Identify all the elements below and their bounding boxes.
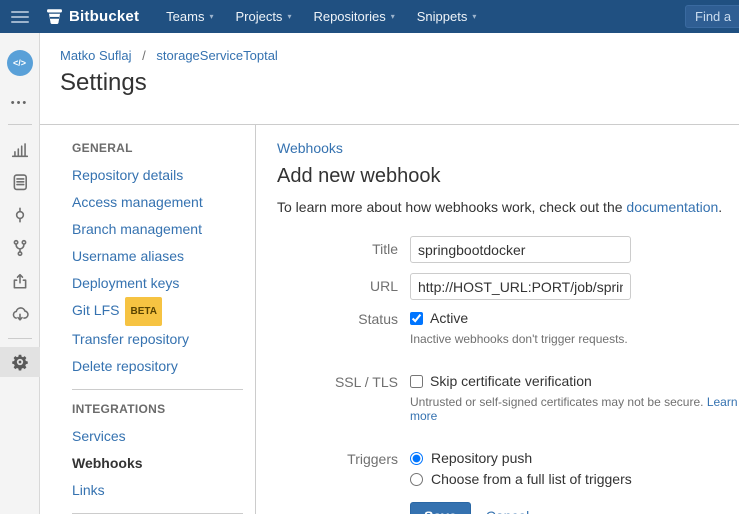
chevron-down-icon: ▾ xyxy=(472,12,477,21)
save-button[interactable]: Save xyxy=(410,502,471,514)
rail-divider xyxy=(7,338,32,339)
webhook-form-panel: Webhooks Add new webhook To learn more a… xyxy=(277,125,739,514)
chevron-down-icon: ▾ xyxy=(390,12,395,21)
trigger-repository-push-radio[interactable] xyxy=(410,451,423,465)
nav-section-general: GENERAL xyxy=(72,141,133,155)
status-active-label: Active xyxy=(430,310,469,326)
nav-section-integrations: INTEGRATIONS xyxy=(72,402,166,416)
nav-divider xyxy=(72,389,243,390)
trigger-full-list-radio[interactable] xyxy=(410,472,423,486)
ssl-help-text: Untrusted or self-signed certificates ma… xyxy=(410,395,738,423)
settings-nav: GENERAL Repository details Access manage… xyxy=(60,125,256,514)
sidebar-item-webhooks[interactable]: Webhooks xyxy=(72,450,255,477)
form-buttons: Save Cancel xyxy=(410,502,739,514)
chevron-down-icon: ▾ xyxy=(287,12,292,21)
ssl-label: SSL / TLS xyxy=(334,374,398,390)
page-title: Settings xyxy=(60,69,147,96)
cancel-link[interactable]: Cancel xyxy=(486,508,530,514)
navbar-menu: Teams ▾ Projects ▾ Repositories ▾ Snippets ▾ xyxy=(155,0,487,33)
sidebar-item-links[interactable]: Links xyxy=(72,477,255,504)
more-options-icon[interactable]: ••• xyxy=(11,97,29,109)
trigger-repository-push-label: Repository push xyxy=(431,450,533,466)
documentation-link[interactable]: documentation xyxy=(626,199,718,215)
sidebar-item-username-aliases[interactable]: Username aliases xyxy=(72,243,255,270)
sidebar-item-delete-repository[interactable]: Delete repository xyxy=(72,353,255,380)
title-row: Title xyxy=(277,236,739,263)
trigger-full-list-label: Choose from a full list of triggers xyxy=(431,471,632,487)
branches-icon[interactable] xyxy=(11,239,29,257)
repo-avatar[interactable]: </> xyxy=(6,50,33,76)
bitbucket-logo[interactable]: Bitbucket xyxy=(46,8,139,25)
status-help-text: Inactive webhooks don't trigger requests… xyxy=(410,332,628,346)
charts-icon[interactable] xyxy=(11,140,29,158)
nav-projects[interactable]: Projects ▾ xyxy=(224,0,302,33)
status-row: Status Active Inactive webhooks don't tr… xyxy=(277,310,739,363)
nav-repositories[interactable]: Repositories ▾ xyxy=(302,0,405,33)
content-area: Matko Suflaj / storageServiceToptal Sett… xyxy=(40,33,739,514)
breadcrumb-separator: / xyxy=(142,48,146,63)
source-icon[interactable] xyxy=(11,173,29,191)
downloads-icon[interactable] xyxy=(11,305,29,323)
skip-cert-checkbox[interactable] xyxy=(410,374,423,388)
hamburger-menu-icon[interactable] xyxy=(11,8,29,26)
sidebar-item-transfer-repository[interactable]: Transfer repository xyxy=(72,326,255,353)
ssl-row: SSL / TLS Skip certificate verification … xyxy=(277,373,739,440)
title-input[interactable] xyxy=(410,236,631,263)
skip-cert-label: Skip certificate verification xyxy=(430,373,592,389)
triggers-label: Triggers xyxy=(347,451,398,467)
status-active-checkbox[interactable] xyxy=(410,311,423,325)
url-label: URL xyxy=(369,278,398,294)
navbar-search-input[interactable]: Find a xyxy=(685,5,739,28)
url-input[interactable] xyxy=(410,273,631,300)
upload-icon[interactable] xyxy=(11,272,29,290)
sidebar-item-deployment-keys[interactable]: Deployment keys xyxy=(72,270,255,297)
icon-rail: </> ••• xyxy=(0,33,40,514)
nav-teams[interactable]: Teams ▾ xyxy=(155,0,224,33)
bucket-icon xyxy=(46,8,63,25)
sidebar-item-branch-management[interactable]: Branch management xyxy=(72,216,255,243)
top-navbar: Bitbucket Teams ▾ Projects ▾ Repositories ▾… xyxy=(0,0,739,33)
nav-snippets[interactable]: Snippets ▾ xyxy=(406,0,488,33)
settings-gear-icon[interactable] xyxy=(0,347,40,377)
url-row: URL xyxy=(277,273,739,300)
triggers-row: Triggers Repository push Choose from a f… xyxy=(277,450,739,492)
beta-badge: BETA xyxy=(125,297,162,326)
sidebar-item-access-management[interactable]: Access management xyxy=(72,189,255,216)
status-label: Status xyxy=(358,311,398,327)
sidebar-item-git-lfs[interactable]: Git LFS BETA xyxy=(72,297,255,326)
breadcrumb: Matko Suflaj / storageServiceToptal xyxy=(60,48,278,63)
title-label: Title xyxy=(372,241,398,257)
breadcrumb-repo-link[interactable]: storageServiceToptal xyxy=(156,48,277,63)
logo-text: Bitbucket xyxy=(69,8,140,25)
chevron-down-icon: ▾ xyxy=(209,12,214,21)
form-heading: Add new webhook xyxy=(277,165,441,187)
breadcrumb-owner-link[interactable]: Matko Suflaj xyxy=(60,48,132,63)
sidebar-item-repository-details[interactable]: Repository details xyxy=(72,162,255,189)
webhooks-back-link[interactable]: Webhooks xyxy=(277,140,343,156)
rail-divider xyxy=(7,124,32,125)
commits-icon[interactable] xyxy=(11,206,29,224)
intro-text: To learn more about how webhooks work, c… xyxy=(277,199,723,215)
sidebar-item-services[interactable]: Services xyxy=(72,423,255,450)
